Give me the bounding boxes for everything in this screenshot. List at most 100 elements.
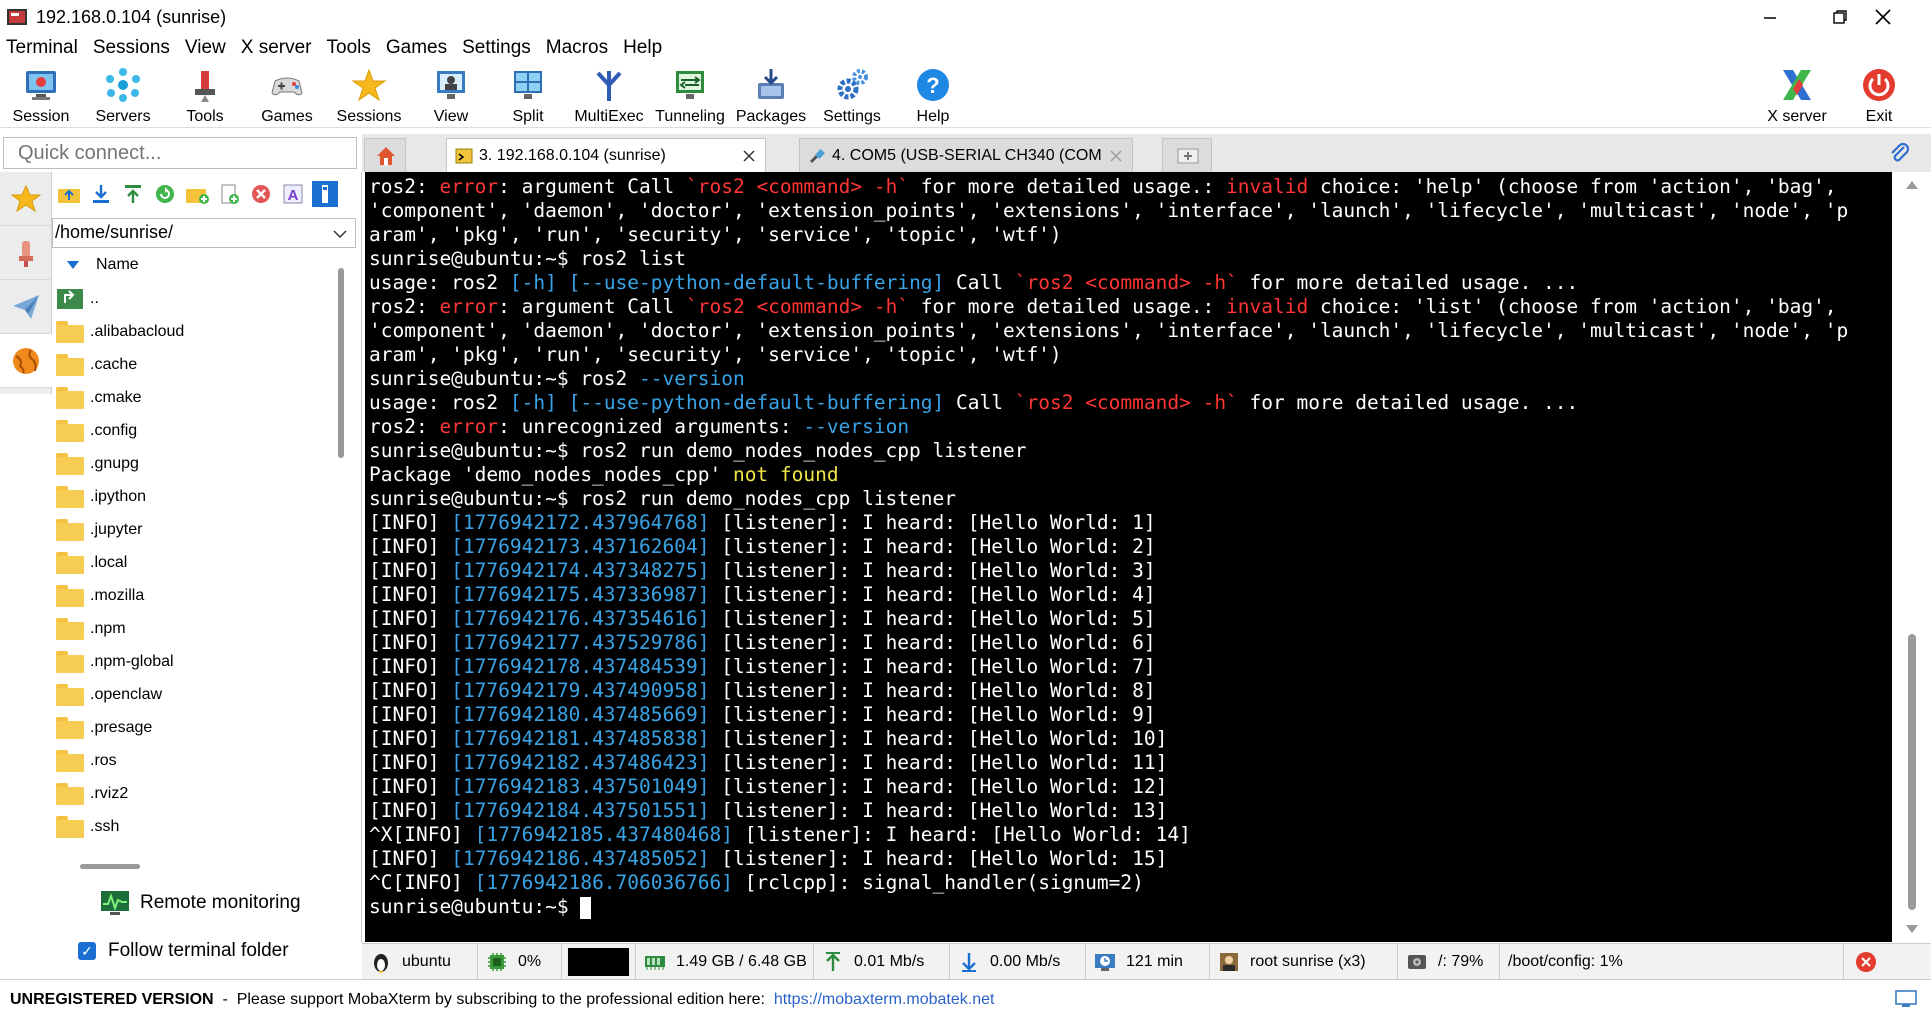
rename-button[interactable]: A (280, 181, 306, 207)
sidebar-tab-strip (0, 172, 52, 394)
x-server-icon (1778, 66, 1816, 104)
file-row[interactable]: .gnupg (52, 447, 330, 480)
file-row[interactable]: config (52, 843, 330, 844)
terminal-text: error (439, 175, 499, 198)
file-row[interactable]: .mozilla (52, 579, 330, 612)
terminal-text: ros2: (369, 175, 440, 198)
new-folder-button[interactable] (184, 181, 210, 207)
delete-icon (252, 185, 270, 203)
terminal-line: [INFO] [1776942184.437501551] [listener]… (369, 799, 1892, 823)
packages-button[interactable]: Packages (730, 64, 812, 126)
help-button[interactable]: ? Help (892, 64, 974, 126)
chevron-down-icon[interactable] (333, 229, 347, 239)
sidebar-tab-sftp[interactable] (0, 334, 52, 388)
terminal-text: [INFO] (369, 703, 452, 726)
menu-terminal[interactable]: Terminal (0, 37, 87, 59)
close-tab-icon[interactable] (743, 150, 755, 162)
tunneling-button[interactable]: Tunneling (649, 64, 731, 126)
name-column-header[interactable]: Name (52, 248, 330, 282)
scroll-up-icon[interactable] (1905, 180, 1919, 190)
terminal-scrollbar[interactable] (1893, 172, 1931, 942)
menu-tools[interactable]: Tools (321, 37, 380, 59)
file-row[interactable]: .cmake (52, 381, 330, 414)
file-row[interactable]: .config (52, 414, 330, 447)
sidebar-tab-macros[interactable] (0, 280, 52, 334)
delete-button[interactable] (248, 181, 274, 207)
ssh-terminal-icon (455, 148, 473, 163)
folder-icon (56, 485, 84, 508)
status-close-button[interactable] (1844, 944, 1888, 980)
servers-button[interactable]: Servers (82, 64, 164, 126)
terminal-scroll-thumb[interactable] (1908, 634, 1916, 910)
file-name: .rviz2 (90, 784, 129, 802)
terminal-text: sunrise@ubuntu:~$ ros2 run demo_nodes_no… (369, 439, 1027, 462)
file-list-scrollbar[interactable] (338, 268, 344, 458)
view-button[interactable]: View (410, 64, 492, 126)
file-row[interactable]: .local (52, 546, 330, 579)
follow-terminal-folder-checkbox[interactable]: ✓ Follow terminal folder (78, 935, 289, 967)
file-row[interactable]: .rviz2 (52, 777, 330, 810)
parent-folder-button[interactable] (56, 181, 82, 207)
menu-macros[interactable]: Macros (540, 37, 617, 59)
x-server-button[interactable]: X server (1756, 64, 1838, 126)
file-row[interactable]: .alibabacloud (52, 315, 330, 348)
tab-session-4[interactable]: 4. COM5 (USB-SERIAL CH340 (COM (799, 138, 1133, 172)
remote-monitoring-button[interactable]: Remote monitoring (100, 887, 301, 919)
menu-help[interactable]: Help (617, 37, 671, 59)
quick-connect-input[interactable] (3, 137, 357, 169)
split-button[interactable]: Split (487, 64, 569, 126)
settings-button[interactable]: Settings (811, 64, 893, 126)
multiexec-button[interactable]: MultiExec (568, 64, 650, 126)
games-button[interactable]: Games (246, 64, 328, 126)
sidebar-tab-tools[interactable] (0, 226, 52, 280)
sftp-path-input[interactable]: /home/sunrise/ (52, 218, 356, 248)
file-list-hscrollbar[interactable] (80, 864, 140, 869)
menu-view[interactable]: View (179, 37, 235, 59)
file-row[interactable]: .openclaw (52, 678, 330, 711)
monitor-icon[interactable] (1895, 990, 1917, 1008)
terminal-text: [listener]: I heard: [Hello World: 11] (709, 751, 1168, 774)
status-disk-root: /: 79% (1398, 944, 1500, 980)
menu-sessions[interactable]: Sessions (87, 37, 179, 59)
refresh-button[interactable] (152, 181, 178, 207)
file-row[interactable]: .jupyter (52, 513, 330, 546)
minimize-button[interactable] (1735, 0, 1805, 34)
new-tab-button[interactable] (1162, 138, 1212, 172)
terminal-text: [INFO] (369, 511, 452, 534)
close-window-button[interactable] (1848, 0, 1918, 34)
sidebar-tab-sessions[interactable] (0, 172, 52, 226)
properties-button[interactable] (312, 181, 338, 207)
file-row-parent[interactable]: .. (52, 282, 330, 315)
menu-games[interactable]: Games (380, 37, 456, 59)
terminal-output[interactable]: ros2: error: argument Call `ros2 <comman… (365, 172, 1892, 942)
mobaxterm-website-link[interactable]: https://mobaxterm.mobatek.net (774, 991, 995, 1009)
terminal-text: ^C[INFO] (369, 871, 475, 894)
file-row[interactable]: .cache (52, 348, 330, 381)
new-file-button[interactable] (216, 181, 242, 207)
session-button[interactable]: Session (0, 64, 82, 126)
home-tab[interactable] (364, 138, 406, 172)
menu-x-server[interactable]: X server (235, 37, 321, 59)
new-tab-plus-icon (1177, 148, 1199, 163)
file-row[interactable]: .npm-global (52, 645, 330, 678)
download-button[interactable] (88, 181, 114, 207)
file-row[interactable]: .presage (52, 711, 330, 744)
file-row[interactable]: .ssh (52, 810, 330, 843)
file-row[interactable]: .ipython (52, 480, 330, 513)
exit-button[interactable]: Exit (1838, 64, 1920, 126)
attach-button[interactable] (1888, 142, 1912, 166)
menu-settings[interactable]: Settings (456, 37, 540, 59)
file-row[interactable]: .ros (52, 744, 330, 777)
status-uptime-value: 121 min (1126, 953, 1183, 970)
tools-button[interactable]: Tools (164, 64, 246, 126)
terminal-text: [1776942181.437485838] (451, 727, 710, 750)
tab-session-3[interactable]: 3. 192.168.0.104 (sunrise) (446, 138, 766, 172)
sessions-button[interactable]: Sessions (328, 64, 410, 126)
terminal-text: --version (803, 415, 910, 438)
terminal-text: [listener]: I heard: [Hello World: 3] (709, 559, 1156, 582)
file-row[interactable]: .npm (52, 612, 330, 645)
upload-button[interactable] (120, 181, 146, 207)
scroll-down-icon[interactable] (1905, 924, 1919, 934)
close-tab-icon[interactable] (1110, 150, 1122, 162)
terminal-line: 'component', 'daemon', 'doctor', 'extens… (369, 319, 1892, 343)
